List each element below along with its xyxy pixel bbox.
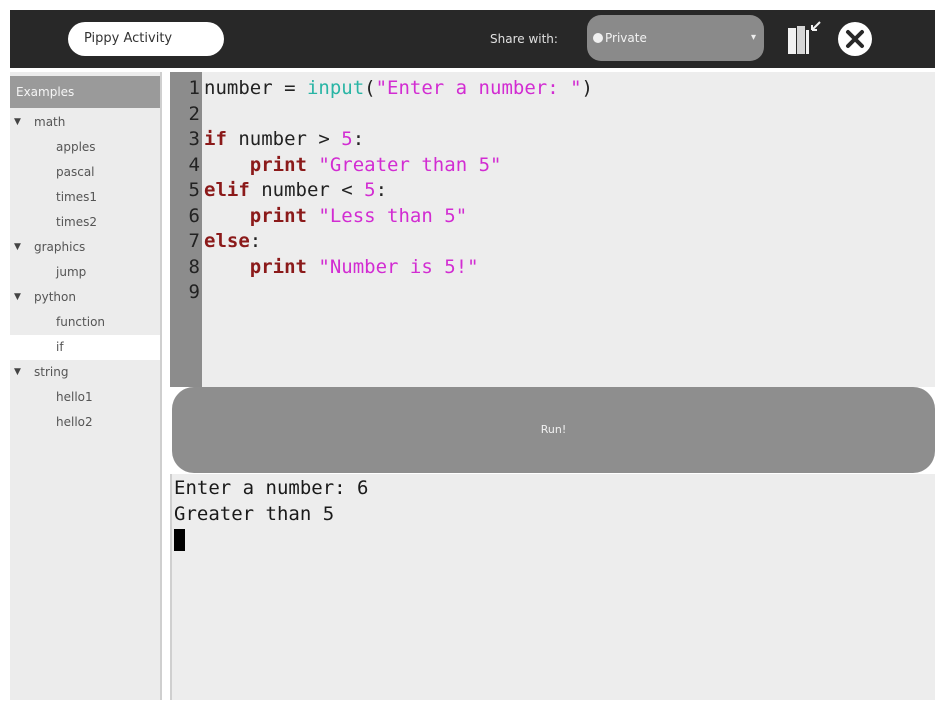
code-token: 5 bbox=[341, 128, 353, 150]
code-token: if bbox=[204, 128, 227, 150]
code-token: 5 bbox=[364, 179, 376, 201]
code-line: 3 if number > 5: bbox=[170, 127, 593, 153]
tree-label: if bbox=[56, 340, 64, 354]
code-line: 6 print "Less than 5" bbox=[170, 204, 593, 230]
keep-button[interactable] bbox=[784, 20, 824, 58]
tree-label: math bbox=[34, 115, 66, 129]
tree-category-python[interactable]: ▼ python bbox=[10, 285, 160, 310]
examples-tree: ▼ math apples pascal times1 times2 ▼ graphics ju… bbox=[10, 110, 160, 435]
code-token: print bbox=[249, 153, 307, 176]
code-token: print bbox=[249, 255, 307, 278]
tree-label: graphics bbox=[34, 240, 86, 254]
line-number: 2 bbox=[188, 102, 200, 125]
line-number: 3 bbox=[188, 128, 200, 150]
stop-icon bbox=[838, 22, 872, 56]
code-token: number = bbox=[204, 77, 307, 99]
share-status-icon bbox=[593, 33, 603, 43]
console-cursor-line bbox=[174, 527, 935, 553]
line-number: 4 bbox=[188, 153, 200, 176]
tree-label: pascal bbox=[56, 165, 95, 179]
code-line: 9 bbox=[170, 280, 593, 306]
tree-label: hello2 bbox=[56, 415, 93, 429]
code-token: ) bbox=[581, 77, 593, 99]
tree-item-if[interactable]: if bbox=[10, 335, 160, 360]
tree-item-hello1[interactable]: hello1 bbox=[10, 385, 160, 410]
keep-journal-icon bbox=[788, 21, 821, 54]
output-line: Greater than 5 bbox=[174, 502, 335, 525]
line-number: 8 bbox=[188, 255, 200, 278]
chevron-down-icon: ▾ bbox=[750, 32, 756, 43]
tree-label: times1 bbox=[56, 190, 97, 204]
tree-item-jump[interactable]: jump bbox=[10, 260, 160, 285]
run-button[interactable]: Run! bbox=[172, 387, 935, 473]
code-token: : bbox=[249, 230, 262, 252]
code-token: print bbox=[249, 204, 307, 227]
tree-label: python bbox=[34, 290, 76, 304]
line-number: 5 bbox=[188, 179, 200, 201]
code-token: number < bbox=[249, 179, 365, 201]
line-number: 7 bbox=[188, 230, 200, 252]
code-token: "Greater than 5" bbox=[318, 153, 502, 176]
examples-header: Examples bbox=[10, 76, 160, 108]
output-lines: Enter a number: 6 Greater than 5 bbox=[174, 476, 935, 527]
share-with-select[interactable]: Private ▾ bbox=[587, 15, 764, 61]
code-token: ( bbox=[364, 77, 376, 99]
code-token: elif bbox=[204, 179, 250, 201]
tree-label: jump bbox=[56, 265, 87, 279]
share-with-value: Private bbox=[605, 31, 647, 45]
expand-triangle-icon[interactable]: ▼ bbox=[14, 110, 21, 135]
tree-item-pascal[interactable]: pascal bbox=[10, 160, 160, 185]
code-token: "Less than 5" bbox=[318, 204, 468, 227]
code-token: number > bbox=[226, 128, 342, 150]
expand-triangle-icon[interactable]: ▼ bbox=[14, 235, 21, 260]
code-token: : bbox=[375, 179, 388, 201]
tree-category-math[interactable]: ▼ math bbox=[10, 110, 160, 135]
code-line: 1 number = input("Enter a number: ") bbox=[170, 76, 593, 102]
code-token: "Number is 5!" bbox=[318, 255, 479, 278]
expand-triangle-icon[interactable]: ▼ bbox=[14, 360, 21, 385]
code-token: "Enter a number: " bbox=[375, 77, 582, 99]
line-number: 6 bbox=[188, 204, 200, 227]
tree-label: string bbox=[34, 365, 69, 379]
code-editor[interactable]: 1 number = input("Enter a number: ") 2 3 if … bbox=[170, 72, 935, 387]
stop-button[interactable] bbox=[837, 21, 873, 57]
tree-label: function bbox=[56, 315, 106, 329]
code-text[interactable]: 1 number = input("Enter a number: ") 2 3 if … bbox=[170, 76, 593, 306]
code-line: 5 elif number < 5: bbox=[170, 178, 593, 204]
code-line: 2 bbox=[170, 102, 593, 128]
code-token: : bbox=[352, 128, 365, 150]
tree-item-function[interactable]: function bbox=[10, 310, 160, 335]
tree-item-apples[interactable]: apples bbox=[10, 135, 160, 160]
tree-category-graphics[interactable]: ▼ graphics bbox=[10, 235, 160, 260]
code-line: 7 else: bbox=[170, 229, 593, 255]
activity-toolbar: Pippy Activity Share with: Private ▾ bbox=[10, 10, 935, 68]
tree-label: times2 bbox=[56, 215, 97, 229]
code-token: input bbox=[306, 77, 365, 99]
output-line: Enter a number: 6 bbox=[174, 477, 369, 499]
examples-sidebar: Examples ▼ math apples pascal times1 times2 ▼ g… bbox=[10, 72, 162, 700]
share-with-label: Share with: bbox=[490, 32, 558, 46]
line-number: 9 bbox=[188, 281, 200, 303]
code-token: else bbox=[204, 230, 250, 252]
tree-label: hello1 bbox=[56, 390, 93, 404]
tree-item-times2[interactable]: times2 bbox=[10, 210, 160, 235]
text-cursor bbox=[174, 528, 185, 551]
activity-title-field[interactable]: Pippy Activity bbox=[68, 22, 224, 56]
line-number: 1 bbox=[188, 77, 200, 99]
tree-item-hello2[interactable]: hello2 bbox=[10, 410, 160, 435]
code-line: 4 print "Greater than 5" bbox=[170, 153, 593, 179]
tree-item-times1[interactable]: times1 bbox=[10, 185, 160, 210]
expand-triangle-icon[interactable]: ▼ bbox=[14, 285, 21, 310]
code-line: 8 print "Number is 5!" bbox=[170, 255, 593, 281]
output-console[interactable]: Enter a number: 6 Greater than 5 bbox=[170, 474, 935, 700]
tree-category-string[interactable]: ▼ string bbox=[10, 360, 160, 385]
tree-label: apples bbox=[56, 140, 96, 154]
